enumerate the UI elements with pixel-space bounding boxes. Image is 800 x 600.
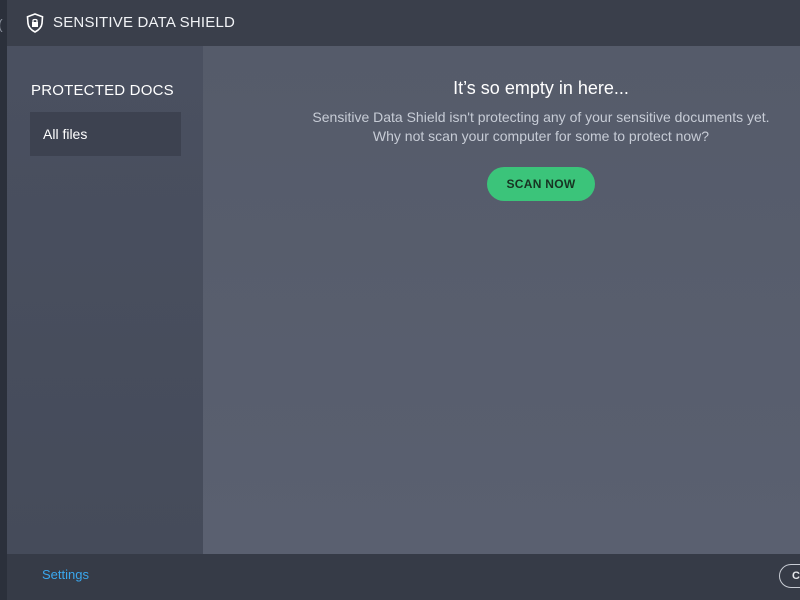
main-content: It’s so empty in here... Sensitive Data … (203, 46, 800, 554)
empty-state-line-2: Why not scan your computer for some to p… (372, 128, 710, 144)
footer-bar: Settings C (7, 554, 800, 600)
scan-now-button[interactable]: SCAN NOW (487, 167, 595, 201)
partial-background-glyph: ( (0, 16, 3, 32)
app-title: SENSITIVE DATA SHIELD (53, 14, 236, 31)
empty-state-line-1: Sensitive Data Shield isn't protecting a… (312, 109, 770, 125)
shield-icon (26, 13, 44, 33)
settings-link[interactable]: Settings (42, 567, 89, 582)
app-window: ( SENSITIVE DATA SHIELD PROTECTED DOCS A… (0, 0, 800, 600)
title-bar: SENSITIVE DATA SHIELD (7, 0, 800, 46)
sidebar-item-label: All files (43, 126, 88, 142)
background-window-edge: ( (0, 0, 7, 600)
close-button[interactable]: C (779, 564, 800, 588)
empty-state-message: Sensitive Data Shield isn't protecting a… (203, 108, 800, 146)
sidebar-item-all-files[interactable]: All files (30, 112, 181, 156)
sidebar: PROTECTED DOCS All files (7, 46, 203, 554)
sidebar-heading: PROTECTED DOCS (31, 82, 174, 99)
empty-state-title: It’s so empty in here... (453, 78, 629, 98)
